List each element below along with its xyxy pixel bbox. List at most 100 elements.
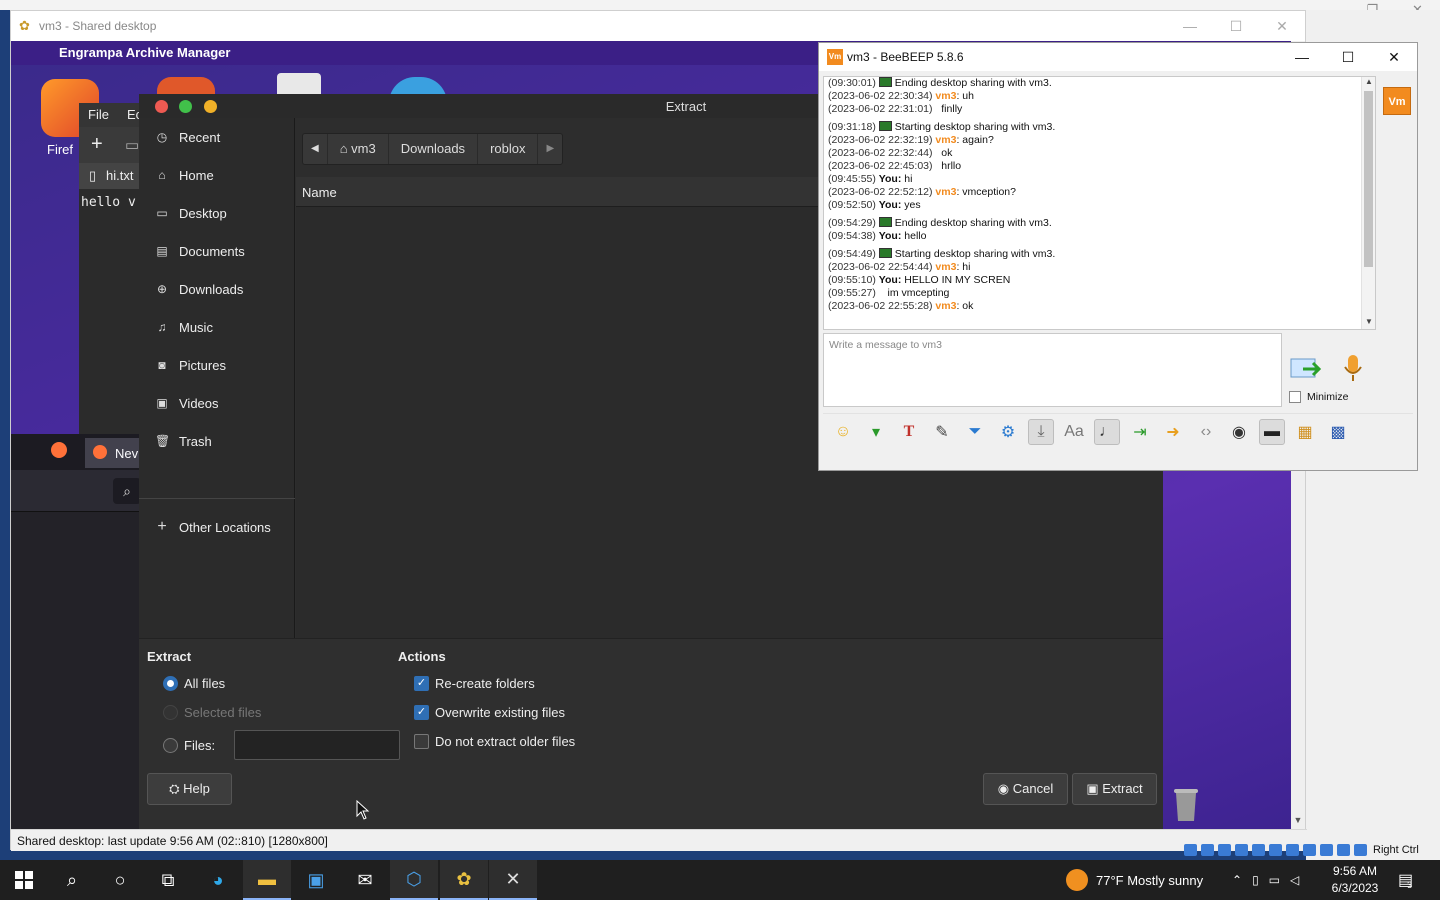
save-icon[interactable]: ▩ xyxy=(1325,419,1351,445)
user-avatar[interactable]: Vm xyxy=(1383,87,1411,115)
task-view-icon[interactable]: ⧉ xyxy=(144,860,192,900)
help-button[interactable]: ⛭ Help xyxy=(147,773,232,805)
sidebar-item-music[interactable]: ♫ Music xyxy=(139,308,295,346)
path-segment-downloads[interactable]: Downloads xyxy=(389,134,479,164)
sidebar-item-recent[interactable]: ◷ Recent xyxy=(139,118,295,156)
screen-share-icon[interactable]: ▬ xyxy=(1259,418,1285,445)
network-icon[interactable] xyxy=(1235,844,1248,856)
notifications-button[interactable]: ▤ 3 xyxy=(1398,860,1413,900)
device-icon[interactable]: ▯ xyxy=(1252,873,1259,887)
beebeep-titlebar[interactable]: Vm vm3 - BeeBEEP 5.8.6 — ☐ ✕ xyxy=(819,43,1417,71)
virtualbox-icon[interactable]: ⬡ xyxy=(390,860,438,900)
audio-icon[interactable] xyxy=(1218,844,1231,856)
shared-folder-icon[interactable] xyxy=(1269,844,1282,856)
sidebar-item-documents[interactable]: ▤ Documents xyxy=(139,232,295,270)
chat-timestamp: (09:54:38) xyxy=(828,230,876,242)
clock[interactable]: 9:56 AM 6/3/2023 xyxy=(1330,863,1380,897)
files-pattern-input[interactable] xyxy=(234,730,400,760)
no-older-checkbox[interactable]: Do not extract older files xyxy=(414,734,575,749)
folder-share-icon[interactable]: ▦ xyxy=(1292,419,1318,445)
code-icon[interactable]: ‹› xyxy=(1193,419,1219,445)
start-button[interactable] xyxy=(0,860,48,900)
microphone-icon[interactable] xyxy=(1341,353,1365,383)
extract-button[interactable]: ▣ Extract xyxy=(1072,773,1157,805)
folder-icon[interactable]: ▭ xyxy=(125,136,139,154)
optical-icon[interactable] xyxy=(1201,844,1214,856)
sidebar-item-home[interactable]: ⌂ Home xyxy=(139,156,295,194)
recording-icon[interactable] xyxy=(1303,844,1316,856)
beebeep-minimize-button[interactable]: — xyxy=(1279,43,1325,71)
usb-icon[interactable] xyxy=(1252,844,1265,856)
edge-icon[interactable]: ◕ xyxy=(194,860,242,900)
overwrite-checkbox[interactable]: ✓ Overwrite existing files xyxy=(414,705,565,720)
file-explorer-icon[interactable]: ▬ xyxy=(243,860,291,900)
filter-icon[interactable]: ⏷ xyxy=(962,419,988,445)
chat-message: (2023-06-02 22:32:44) ok xyxy=(828,147,952,159)
selected-files-radio[interactable]: Selected files xyxy=(163,705,261,720)
send-icon[interactable] xyxy=(1289,355,1323,383)
shared-maximize-button[interactable]: ☐ xyxy=(1213,11,1259,41)
scroll-down-icon[interactable]: ▼ xyxy=(1362,317,1375,329)
display-icon[interactable] xyxy=(1286,844,1299,856)
font-icon[interactable]: T xyxy=(896,419,922,445)
sidebar-item-pictures[interactable]: ◙ Pictures xyxy=(139,346,295,384)
shared-desktop-titlebar[interactable]: ✿ vm3 - Shared desktop — ☐ ✕ xyxy=(11,11,1305,41)
path-segment-roblox[interactable]: roblox xyxy=(478,134,539,164)
editor-content[interactable]: hello v xyxy=(81,195,136,210)
music-note-icon[interactable]: ♩ xyxy=(1094,418,1120,445)
cpu-icon[interactable] xyxy=(1320,844,1333,856)
path-back-icon[interactable]: ◀ xyxy=(303,134,328,164)
shared-close-button[interactable]: ✕ xyxy=(1259,11,1305,41)
dock-trash-icon[interactable] xyxy=(1164,781,1208,825)
chevron-up-icon[interactable]: ⌃ xyxy=(1232,873,1242,887)
search-icon[interactable]: ⌕ xyxy=(113,478,141,504)
beebeep-maximize-button[interactable]: ☐ xyxy=(1325,43,1371,71)
sidebar-item-desktop[interactable]: ▭ Desktop xyxy=(139,194,295,232)
disk-icon[interactable] xyxy=(1184,844,1197,856)
recreate-folders-checkbox[interactable]: ✓ Re-create folders xyxy=(414,676,535,691)
settings-icon[interactable]: ⚙ xyxy=(995,419,1021,445)
shared-minimize-button[interactable]: — xyxy=(1167,11,1213,41)
mail-icon[interactable]: ✉ xyxy=(341,860,389,900)
all-files-radio[interactable]: All files xyxy=(163,676,225,691)
download-icon[interactable]: ⤓ xyxy=(1028,418,1054,445)
firefox-icon[interactable] xyxy=(51,442,67,458)
store-icon[interactable]: ▣ xyxy=(292,860,340,900)
volume-icon[interactable]: ◁ xyxy=(1290,873,1299,887)
send-file-icon[interactable]: ➜ xyxy=(1160,419,1186,445)
search-icon[interactable]: ⌕ xyxy=(48,860,96,900)
chat-text: : hi xyxy=(956,261,971,273)
files-radio[interactable]: Files: xyxy=(163,738,215,753)
network-icon[interactable]: ▭ xyxy=(1269,873,1280,887)
screenshot-icon[interactable]: ◉ xyxy=(1226,419,1252,445)
beebeep-taskbar-icon[interactable]: ✿ xyxy=(440,860,488,900)
path-forward-icon[interactable]: ▶ xyxy=(538,134,562,164)
spellcheck-icon[interactable]: Aa xyxy=(1061,419,1087,445)
sidebar-item-trash[interactable]: 🗑 Trash xyxy=(139,422,295,460)
color-picker-icon[interactable]: ✎ xyxy=(929,419,955,445)
cortana-icon[interactable]: ○ xyxy=(96,860,144,900)
new-file-icon[interactable]: + xyxy=(91,133,103,156)
scroll-down-icon[interactable]: ▼ xyxy=(1291,815,1305,829)
scroll-up-icon[interactable]: ▲ xyxy=(1362,77,1375,89)
chat-scroll-thumb[interactable] xyxy=(1364,91,1373,267)
sidebar-item-other-locations[interactable]: + Other Locations xyxy=(139,508,295,546)
emoticon-icon[interactable]: ☺ xyxy=(830,419,856,445)
keyboard-icon[interactable] xyxy=(1354,844,1367,856)
path-segment-vm3[interactable]: ⌂ vm3 xyxy=(328,134,389,164)
chat-scrollbar[interactable]: ▲ ▼ xyxy=(1361,77,1375,329)
cancel-button[interactable]: ◉ Cancel xyxy=(983,773,1068,805)
export-icon[interactable]: ⇥ xyxy=(1127,419,1153,445)
weather-widget[interactable]: 77°F Mostly sunny xyxy=(1066,860,1203,900)
x-server-icon[interactable]: ✕ xyxy=(489,860,537,900)
editor-tab-label[interactable]: hi.txt xyxy=(106,168,133,183)
hide-icon[interactable]: ▾ xyxy=(863,419,889,445)
message-input[interactable]: Write a message to vm3 xyxy=(823,333,1282,407)
sidebar-item-videos[interactable]: ▣ Videos xyxy=(139,384,295,422)
minimize-checkbox[interactable]: Minimize xyxy=(1289,391,1348,403)
editor-menu-file[interactable]: File xyxy=(88,107,109,122)
mouse-integration-icon[interactable] xyxy=(1337,844,1350,856)
sidebar-item-downloads[interactable]: ⊕ Downloads xyxy=(139,270,295,308)
beebeep-close-button[interactable]: ✕ xyxy=(1371,43,1417,71)
chat-history[interactable]: (09:30:01) Ending desktop sharing with v… xyxy=(823,76,1376,330)
